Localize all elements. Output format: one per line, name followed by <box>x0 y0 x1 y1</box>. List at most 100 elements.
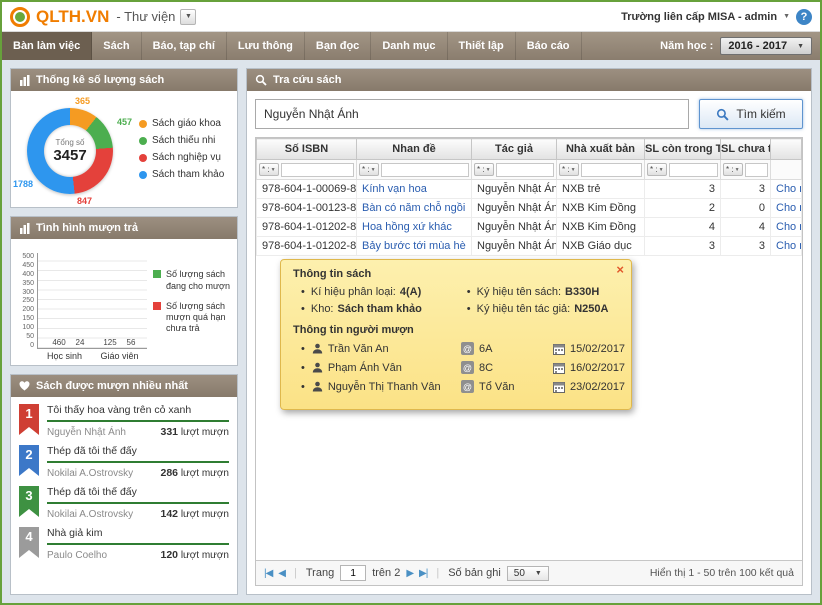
help-icon[interactable]: ? <box>796 9 812 25</box>
legend-swatch <box>153 302 161 310</box>
tooltip-fields: Kí hiệu phân loại:4(A) Ký hiệu tên sách:… <box>301 286 619 315</box>
tab-thiet-lap[interactable]: Thiết lập <box>448 32 516 60</box>
top-books-list: 1 Tôi thấy hoa vàng trên cỏ xanh Nguyễn … <box>11 397 237 594</box>
cell-publisher: NXB Giáo dục <box>557 237 645 256</box>
cell-isbn: 978-604-1-00123-8 <box>257 199 357 218</box>
divider: | <box>436 567 439 579</box>
panel-book-stats: Thống kê số lượng sách Tổng số 3457 365 … <box>10 68 238 208</box>
table-row[interactable]: 978-604-1-01202-8 Hoa hồng xứ khác Nguyễ… <box>257 218 802 237</box>
filter-operator[interactable]: * :▼ <box>259 163 279 176</box>
school-year-select[interactable]: 2016 - 2017 ▼ <box>720 37 812 55</box>
tab-luu-thong[interactable]: Lưu thông <box>227 32 305 60</box>
page-number-input[interactable] <box>340 565 366 581</box>
lend-link[interactable]: Cho mượn <box>776 240 802 252</box>
bar-chart-plot-column: 460 24 125 56 Học sinh Giáo viên <box>37 241 147 363</box>
filter-input-title[interactable] <box>381 163 469 177</box>
results-summary: Hiển thị 1 - 50 trên 100 kết quả <box>650 567 794 579</box>
tab-bao-tap-chi[interactable]: Báo, tạp chí <box>142 32 227 60</box>
book-title-link[interactable]: Bàn có năm chỗ ngồi <box>362 202 465 214</box>
book-title-link[interactable]: Kính vạn hoa <box>362 183 427 195</box>
donut-value-label: 847 <box>77 196 92 206</box>
cell-author: Nguyễn Nhật Ánh <box>472 199 557 218</box>
cell-isbn: 978-604-1-00069-8 <box>257 180 357 199</box>
column-header-isbn[interactable]: Số ISBN <box>257 139 357 160</box>
cell-not-returned: 4 <box>721 218 771 237</box>
tab-danh-muc[interactable]: Danh mục <box>371 32 447 60</box>
donut-total-label: Tổng số <box>56 138 85 147</box>
class-icon: @ <box>461 342 474 355</box>
donut-chart-area: Tổng số 3457 365 457 847 1788 Sách giáo … <box>11 91 237 207</box>
legend-item: Số lượng sách đang cho mượn <box>153 269 233 292</box>
chevron-down-icon: ▼ <box>535 570 542 577</box>
column-header-action <box>771 139 802 160</box>
filter-operator[interactable]: * :▼ <box>559 163 579 176</box>
prev-page-button[interactable]: ◀ <box>278 568 285 579</box>
tab-sach[interactable]: Sách <box>92 32 141 60</box>
chevron-down-icon[interactable]: ▼ <box>783 13 790 20</box>
bar-chart-area: 500450400350300250200150100500 460 24 12… <box>11 239 237 365</box>
donut-legend: Sách giáo khoa Sách thiếu nhi Sách nghiệ… <box>137 95 235 203</box>
filter-input-author[interactable] <box>496 163 554 177</box>
person-icon <box>312 343 323 354</box>
donut-total-value: 3457 <box>53 147 86 164</box>
filter-operator[interactable]: * :▼ <box>723 163 743 176</box>
column-header-author[interactable]: Tác giả <box>472 139 557 160</box>
table-row[interactable]: 978-604-1-01202-8 Bảy bước tới mùa hè Ng… <box>257 237 802 256</box>
tab-bao-cao[interactable]: Báo cáo <box>516 32 582 60</box>
column-header-publisher[interactable]: Nhà xuất bản <box>557 139 645 160</box>
next-page-button[interactable]: ▶ <box>406 568 413 579</box>
filter-input-publisher[interactable] <box>581 163 642 177</box>
list-item: 3 Thép đã tôi thế đấy Nokilai A.Ostrovsk… <box>19 486 229 520</box>
cell-not-returned: 3 <box>721 237 771 256</box>
tab-ban-doc[interactable]: Bạn đọc <box>305 32 371 60</box>
account-menu[interactable]: Trường liên cấp MISA - admin <box>621 11 777 23</box>
person-icon <box>312 362 323 373</box>
bar-chart-x-axis: Học sinh Giáo viên <box>37 351 147 361</box>
lend-link[interactable]: Cho mượn <box>776 183 802 195</box>
legend-item: Sách tham khảo <box>139 169 235 180</box>
panel-book-search: Tra cứu sách Tìm kiếm Số ISBN <box>246 68 812 595</box>
cell-in-library: 3 <box>645 237 721 256</box>
filter-input-in-library[interactable] <box>669 163 718 177</box>
filter-operator[interactable]: * :▼ <box>474 163 494 176</box>
column-header-not-returned[interactable]: SL chưa trả <box>721 139 771 160</box>
list-item: 1 Tôi thấy hoa vàng trên cỏ xanh Nguyễn … <box>19 404 229 438</box>
borrower-class: Tổ Văn <box>479 381 514 393</box>
close-icon[interactable]: × <box>616 263 624 276</box>
list-item: 2 Thép đã tôi thế đấy Nokilai A.Ostrovsk… <box>19 445 229 479</box>
lend-link[interactable]: Cho mượn <box>776 202 802 214</box>
table-row[interactable]: 978-604-1-00123-8 Bàn có năm chỗ ngồi Ng… <box>257 199 802 218</box>
bar-chart-y-axis: 500450400350300250200150100500 <box>15 253 37 349</box>
search-input[interactable] <box>255 99 689 129</box>
filter-input-isbn[interactable] <box>281 163 354 177</box>
rank-badge: 1 <box>19 404 39 435</box>
class-icon: @ <box>461 361 474 374</box>
panel-title: Tình hình mượn trả <box>36 222 138 234</box>
panel-borrow-status: Tình hình mượn trả 500450400350300250200… <box>10 216 238 366</box>
tab-ban-lam-viec[interactable]: Bàn làm việc <box>2 32 92 60</box>
filter-operator[interactable]: * :▼ <box>647 163 667 176</box>
borrower-row: Trần Văn An @6A 15/02/2017 <box>301 342 619 355</box>
table-row[interactable]: 978-604-1-00069-8 Kính vạn hoa Nguyễn Nh… <box>257 180 802 199</box>
first-page-button[interactable]: |◀ <box>264 568 272 579</box>
filter-input-not-returned[interactable] <box>745 163 768 177</box>
book-title-link[interactable]: Hoa hồng xứ khác <box>362 221 452 233</box>
rank-badge: 4 <box>19 527 39 558</box>
book-title-link[interactable]: Bảy bước tới mùa hè <box>362 240 466 252</box>
cell-publisher: NXB trẻ <box>557 180 645 199</box>
book-title: Nhà giả kim <box>47 527 229 545</box>
legend-item: Số lượng sách mượn quá hạn chưa trả <box>153 301 233 335</box>
module-dropdown[interactable]: ▼ <box>180 9 196 25</box>
cell-author: Nguyễn Nhật Ánh <box>472 180 557 199</box>
records-per-page-select[interactable]: 50 ▼ <box>507 566 549 581</box>
column-header-in-library[interactable]: SL còn trong TV <box>645 139 721 160</box>
search-button[interactable]: Tìm kiếm <box>699 99 803 129</box>
column-header-title[interactable]: Nhan đề <box>357 139 472 160</box>
cell-not-returned: 3 <box>721 180 771 199</box>
borrower-class: 8C <box>479 362 493 374</box>
lend-link[interactable]: Cho mượn <box>776 221 802 233</box>
filter-operator[interactable]: * :▼ <box>359 163 379 176</box>
module-name: - Thư viện <box>116 9 175 24</box>
last-page-button[interactable]: ▶| <box>419 568 427 579</box>
list-item: 4 Nhà giả kim Paulo Coelho120 lượt mượn <box>19 527 229 561</box>
